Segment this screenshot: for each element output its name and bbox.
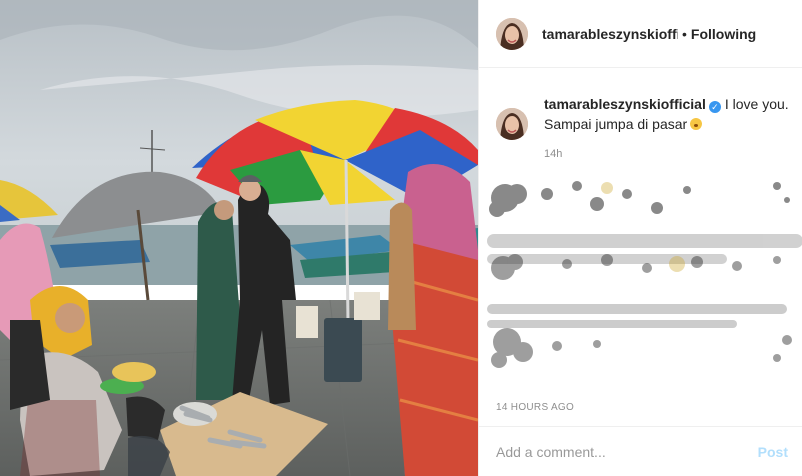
post-comment-button[interactable]: Post bbox=[758, 444, 788, 460]
post-side-panel: tamarableszynskiofficial • Following tam… bbox=[478, 0, 802, 476]
caption-line-2: Sampai jumpa di pasar bbox=[544, 116, 688, 132]
following-button[interactable]: Following bbox=[691, 26, 756, 42]
caption-body: tamarableszynskiofficial ✓ I love you. Sam… bbox=[544, 94, 789, 160]
post-photo[interactable] bbox=[0, 0, 478, 476]
avatar[interactable] bbox=[496, 108, 528, 140]
caption-relative-time[interactable]: 14h bbox=[544, 148, 789, 160]
market-scene-image bbox=[0, 0, 478, 476]
header-username[interactable]: tamarableszynskiofficial bbox=[542, 26, 678, 42]
separator-dot: • bbox=[682, 25, 687, 42]
post-timestamp[interactable]: 14 HOURS AGO bbox=[496, 402, 574, 413]
astonished-emoji-icon bbox=[690, 118, 703, 130]
avatar[interactable] bbox=[496, 17, 528, 50]
profile-photo-icon bbox=[496, 108, 528, 140]
add-comment-input[interactable] bbox=[496, 443, 758, 460]
verified-badge-icon: ✓ bbox=[708, 101, 721, 113]
post-header: tamarableszynskiofficial • Following bbox=[479, 0, 802, 68]
comment-bar: Post bbox=[479, 426, 802, 476]
caption-username[interactable]: tamarableszynskiofficial bbox=[544, 96, 706, 112]
blurred-comments-image bbox=[487, 181, 802, 368]
caption-block: tamarableszynskiofficial ✓ I love you. Sam… bbox=[496, 94, 790, 160]
caption-text: tamarableszynskiofficial ✓ I love you. Sam… bbox=[544, 94, 789, 134]
caption-line-1: I love you. bbox=[724, 96, 789, 112]
profile-photo-icon bbox=[496, 17, 528, 50]
